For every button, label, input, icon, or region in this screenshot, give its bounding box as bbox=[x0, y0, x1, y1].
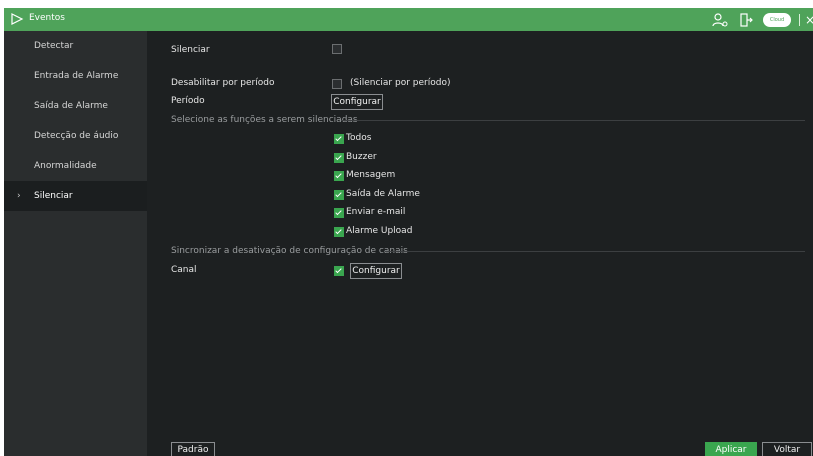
saida-de-alarme-checkbox[interactable] bbox=[334, 190, 344, 200]
sync-section-title: Sincronizar a desativação de configuraçã… bbox=[171, 246, 408, 256]
disable-period-text: (Silenciar por período) bbox=[350, 78, 451, 88]
silenciar-label: Silenciar bbox=[171, 45, 210, 55]
sidebar-item-label: Saída de Alarme bbox=[34, 101, 108, 111]
sidebar-item-label: Entrada de Alarme bbox=[34, 71, 119, 81]
mensagem-checkbox[interactable] bbox=[334, 171, 344, 181]
user-settings-icon[interactable] bbox=[711, 12, 729, 27]
chevron-right-icon: › bbox=[17, 191, 21, 201]
events-window: Eventos Cloud × Detectar Entrada de Alar… bbox=[4, 8, 813, 456]
play-outline-icon bbox=[11, 13, 24, 25]
disable-period-checkbox[interactable] bbox=[332, 79, 342, 89]
enviar-email-checkbox[interactable] bbox=[334, 208, 344, 218]
main-panel: Silenciar Desabilitar por período (Silen… bbox=[147, 31, 813, 456]
sidebar-item-detectar[interactable]: Detectar bbox=[4, 31, 147, 61]
buzzer-label: Buzzer bbox=[346, 152, 377, 162]
channel-label: Canal bbox=[171, 265, 197, 275]
sidebar-item-label: Detecção de áudio bbox=[34, 131, 119, 141]
apply-button[interactable]: Aplicar bbox=[705, 442, 757, 456]
saida-de-alarme-label: Saída de Alarme bbox=[346, 189, 420, 199]
sidebar-item-deteccao-de-audio[interactable]: Detecção de áudio bbox=[4, 121, 147, 151]
section-divider bbox=[341, 120, 805, 121]
cloud-label: Cloud bbox=[769, 16, 785, 23]
sidebar: Detectar Entrada de Alarme Saída de Alar… bbox=[4, 31, 147, 456]
mensagem-label: Mensagem bbox=[346, 170, 396, 180]
silenciar-checkbox[interactable] bbox=[332, 44, 342, 54]
window-title: Eventos bbox=[29, 13, 65, 23]
title-bar-icons: Cloud × bbox=[711, 8, 813, 31]
title-bar-divider bbox=[799, 13, 800, 26]
disable-period-label: Desabilitar por período bbox=[171, 78, 275, 88]
section-divider bbox=[385, 251, 805, 252]
channel-configure-button[interactable]: Configurar bbox=[350, 263, 402, 279]
enviar-email-label: Enviar e-mail bbox=[346, 207, 406, 217]
cloud-icon[interactable]: Cloud bbox=[763, 12, 791, 27]
channel-checkbox[interactable] bbox=[334, 266, 344, 276]
default-button[interactable]: Padrão bbox=[171, 442, 215, 456]
sidebar-item-label: Silenciar bbox=[34, 191, 73, 201]
buzzer-checkbox[interactable] bbox=[334, 153, 344, 163]
sidebar-item-anormalidade[interactable]: Anormalidade bbox=[4, 151, 147, 181]
sidebar-item-silenciar[interactable]: › Silenciar bbox=[4, 181, 147, 211]
functions-section-title: Selecione as funções a serem silenciadas bbox=[171, 115, 358, 125]
close-icon[interactable]: × bbox=[805, 13, 813, 27]
alarme-upload-checkbox[interactable] bbox=[334, 227, 344, 237]
logout-icon[interactable] bbox=[737, 12, 755, 27]
period-label: Período bbox=[171, 96, 205, 106]
sidebar-item-saida-de-alarme[interactable]: Saída de Alarme bbox=[4, 91, 147, 121]
alarme-upload-label: Alarme Upload bbox=[346, 226, 413, 236]
title-bar: Eventos Cloud × bbox=[4, 8, 813, 31]
period-configure-button[interactable]: Configurar bbox=[331, 94, 383, 110]
sidebar-item-entrada-de-alarme[interactable]: Entrada de Alarme bbox=[4, 61, 147, 91]
sidebar-item-label: Anormalidade bbox=[34, 161, 97, 171]
back-button[interactable]: Voltar bbox=[762, 442, 812, 456]
todos-checkbox[interactable] bbox=[334, 134, 344, 144]
todos-label: Todos bbox=[346, 133, 372, 143]
sidebar-item-label: Detectar bbox=[34, 41, 74, 51]
